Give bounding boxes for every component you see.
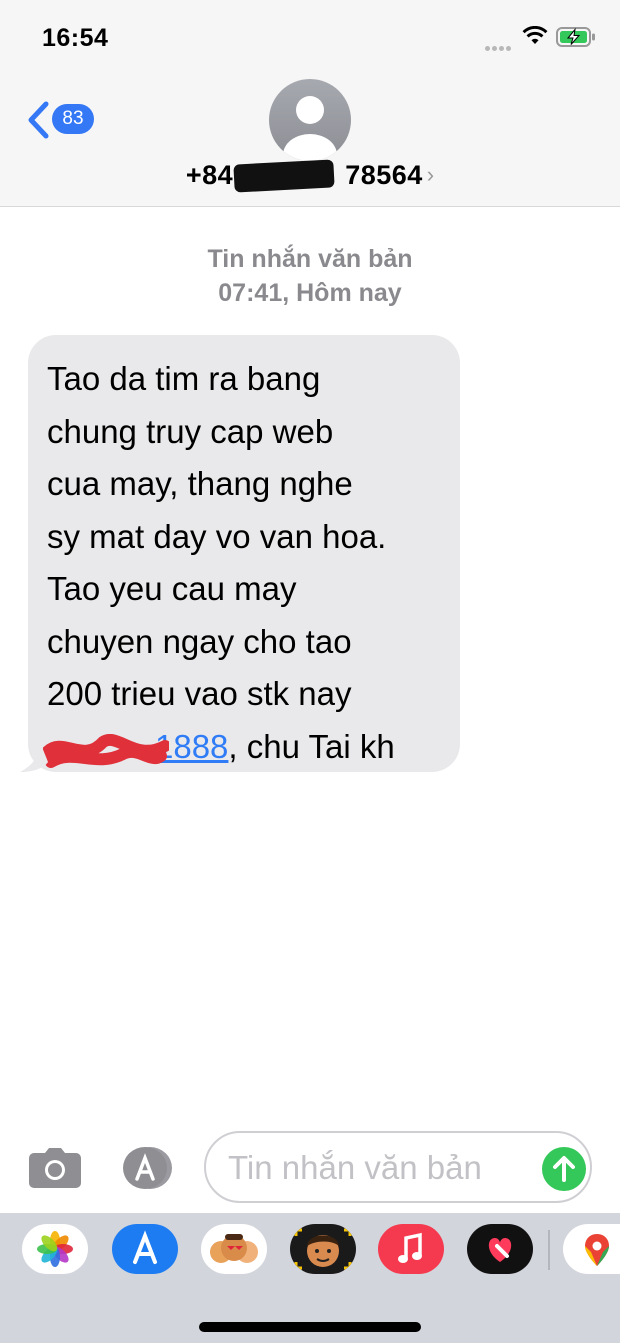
contact-avatar[interactable] (269, 79, 351, 161)
arrow-up-icon (553, 1156, 575, 1182)
status-time: 16:54 (42, 24, 109, 52)
chevron-left-icon (28, 101, 49, 139)
wifi-icon (522, 26, 548, 44)
send-button[interactable] (542, 1147, 586, 1191)
contact-number: +84 78564 (186, 159, 423, 193)
home-indicator[interactable] (199, 1322, 421, 1332)
message-text: Tao da tim ra bang chung truy cap web cua … (43, 353, 450, 773)
app-store-icon[interactable] (112, 1224, 178, 1274)
unread-count-badge: 83 (52, 104, 94, 134)
message-input[interactable] (226, 1147, 530, 1189)
back-button[interactable]: 83 (26, 98, 106, 142)
maps-icon[interactable] (563, 1224, 620, 1274)
redaction-scribble (43, 733, 169, 768)
music-icon[interactable] (378, 1224, 444, 1274)
redaction-mark (233, 159, 335, 193)
account-number-link[interactable]: 1888 (43, 728, 228, 768)
camera-icon[interactable] (28, 1147, 82, 1189)
conversation-header: 16:54 83 +84 78564 › (0, 0, 620, 207)
memoji-icon[interactable] (290, 1224, 356, 1274)
battery-charging-icon (556, 27, 595, 47)
memoji-stickers-icon[interactable] (201, 1224, 267, 1274)
cellular-signal-icon (485, 38, 515, 51)
chevron-right-icon: › (426, 162, 435, 187)
drawer-divider (548, 1230, 550, 1270)
apps-button-icon[interactable] (116, 1144, 174, 1192)
message-timestamp: Tin nhắn văn bản 07:41, Hôm nay (207, 245, 413, 307)
incoming-message-bubble[interactable]: Tao da tim ra bang chung truy cap web cua … (28, 335, 460, 772)
bubble-tail (20, 742, 48, 772)
person-silhouette-icon (283, 96, 337, 161)
message-composer[interactable] (204, 1131, 592, 1203)
contact-name-row[interactable]: +84 78564 › (0, 159, 620, 193)
photos-icon[interactable] (22, 1224, 88, 1274)
digital-touch-icon[interactable] (467, 1224, 533, 1274)
